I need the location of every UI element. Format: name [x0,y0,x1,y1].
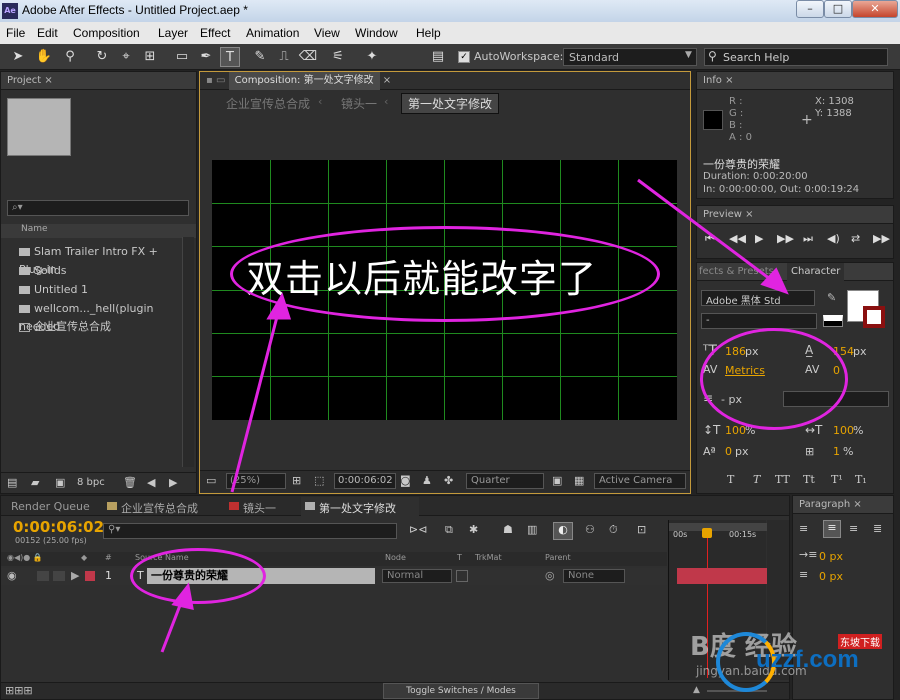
annotation-arrowhead [266,292,292,320]
uzzf-brand: uzzf.com [756,646,859,673]
uzzf-brand-sub: 东坡下载 [838,634,882,649]
annotation-arrow [637,178,779,287]
annotation-arrowhead [760,267,789,295]
annotation-arrow [230,304,282,493]
annotation-arrowhead [171,582,194,610]
annotation-arrows [160,178,789,653]
